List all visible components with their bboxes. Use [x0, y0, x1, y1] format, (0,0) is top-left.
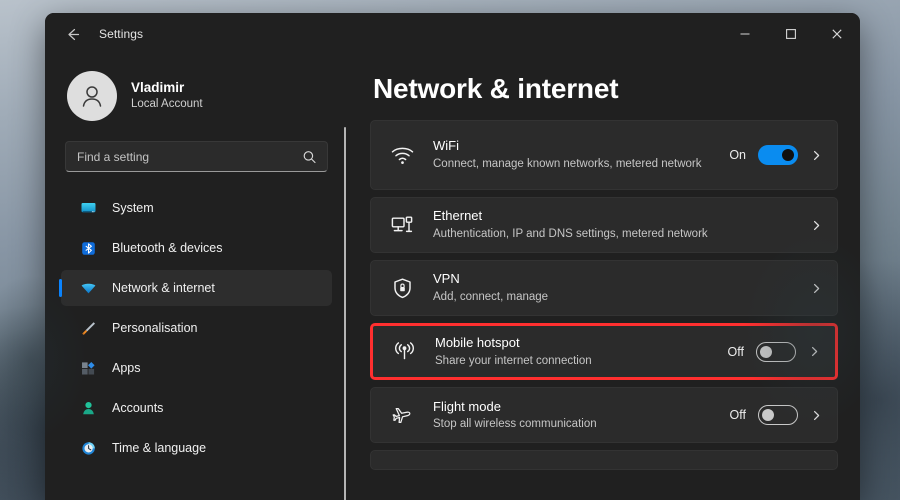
- setting-card-ethernet[interactable]: Ethernet Authentication, IP and DNS sett…: [370, 197, 838, 253]
- sidebar-item-accounts[interactable]: Accounts: [61, 390, 332, 426]
- setting-card-flight-mode[interactable]: Flight mode Stop all wireless communicat…: [370, 387, 838, 443]
- toggle-knob: [760, 346, 772, 358]
- card-text: Ethernet Authentication, IP and DNS sett…: [433, 199, 810, 250]
- sidebar-item-bluetooth-devices[interactable]: Bluetooth & devices: [61, 230, 332, 266]
- search-icon: [302, 149, 317, 164]
- chevron-right-icon[interactable]: [810, 149, 823, 162]
- chevron-right-icon[interactable]: [810, 219, 823, 232]
- setting-card-partial[interactable]: [370, 450, 838, 470]
- card-subtitle: Stop all wireless communication: [433, 416, 724, 432]
- toggle-state-label: Off: [722, 345, 744, 359]
- sidebar-item-label: Accounts: [112, 401, 163, 415]
- paintbrush-icon: [80, 320, 97, 337]
- chevron-right-icon[interactable]: [810, 409, 823, 422]
- card-text: Flight mode Stop all wireless communicat…: [433, 390, 724, 441]
- sidebar-item-apps[interactable]: Apps: [61, 350, 332, 386]
- sidebar-item-label: Time & language: [112, 441, 206, 455]
- card-subtitle: Add, connect, manage: [433, 289, 810, 305]
- chevron-right-icon[interactable]: [808, 345, 821, 358]
- sidebar-item-label: Personalisation: [112, 321, 197, 335]
- hotspot-broadcast-icon: [373, 339, 435, 364]
- title-bar: Settings: [45, 13, 860, 55]
- card-subtitle: Authentication, IP and DNS settings, met…: [433, 226, 810, 242]
- chevron-right-icon[interactable]: [810, 282, 823, 295]
- settings-window: Settings: [45, 13, 860, 500]
- person-avatar-icon: [77, 81, 107, 111]
- desktop-wallpaper: Settings: [0, 0, 900, 500]
- card-title: Ethernet: [433, 207, 810, 226]
- card-title: WiFi: [433, 137, 724, 156]
- wifi-signal-icon: [371, 143, 433, 168]
- sidebar-item-network-internet[interactable]: Network & internet: [61, 270, 332, 306]
- clock-icon: [80, 440, 97, 457]
- setting-card-vpn[interactable]: VPN Add, connect, manage: [370, 260, 838, 316]
- search-box[interactable]: [65, 141, 328, 172]
- back-button[interactable]: [57, 19, 87, 49]
- maximize-icon: [785, 28, 797, 40]
- toggle-knob: [782, 149, 794, 161]
- back-arrow-icon: [64, 26, 81, 43]
- setting-card-wifi[interactable]: WiFi Connect, manage known networks, met…: [370, 120, 838, 190]
- monitor-icon: [80, 200, 97, 217]
- avatar: [67, 71, 117, 121]
- sidebar-item-label: Bluetooth & devices: [112, 241, 223, 255]
- account-summary[interactable]: Vladimir Local Account: [57, 55, 336, 135]
- card-text: VPN Add, connect, manage: [433, 262, 810, 313]
- sidebar-item-personalisation[interactable]: Personalisation: [61, 310, 332, 346]
- airplane-icon: [371, 403, 433, 428]
- page-title: Network & internet: [373, 73, 838, 105]
- search-input[interactable]: [66, 150, 327, 164]
- card-subtitle: Share your internet connection: [435, 353, 722, 369]
- sidebar: Vladimir Local Account: [45, 55, 348, 500]
- shield-lock-icon: [371, 276, 433, 301]
- account-text: Vladimir Local Account: [131, 79, 203, 113]
- flight-mode-toggle[interactable]: [758, 405, 798, 425]
- card-text: Mobile hotspot Share your internet conne…: [435, 326, 722, 377]
- card-controls: Off: [724, 405, 823, 425]
- ethernet-icon: [371, 213, 433, 238]
- close-icon: [831, 28, 843, 40]
- maximize-button[interactable]: [768, 13, 814, 55]
- card-controls: [810, 219, 823, 232]
- minimize-icon: [739, 28, 751, 40]
- card-title: VPN: [433, 270, 810, 289]
- wifi-toggle[interactable]: [758, 145, 798, 165]
- sidebar-item-time-language[interactable]: Time & language: [61, 430, 332, 466]
- sidebar-item-system[interactable]: System: [61, 190, 332, 226]
- main-content: Network & internet WiFi Connect, manag: [348, 55, 860, 500]
- account-type: Local Account: [131, 97, 203, 113]
- person-icon: [80, 400, 97, 417]
- close-button[interactable]: [814, 13, 860, 55]
- card-text: WiFi Connect, manage known networks, met…: [433, 129, 724, 180]
- toggle-state-label: On: [724, 148, 746, 162]
- card-subtitle: Connect, manage known networks, metered …: [433, 156, 724, 172]
- minimize-button[interactable]: [722, 13, 768, 55]
- window-body: Vladimir Local Account: [45, 55, 860, 500]
- account-name: Vladimir: [131, 79, 203, 97]
- card-controls: On: [724, 145, 823, 165]
- bluetooth-icon: [80, 240, 97, 257]
- toggle-knob: [762, 409, 774, 421]
- sidebar-item-label: Apps: [112, 361, 141, 375]
- app-title: Settings: [99, 27, 143, 41]
- sidebar-nav: System Bluetooth & devices: [57, 190, 336, 466]
- card-title: Mobile hotspot: [435, 334, 722, 353]
- sidebar-item-label: System: [112, 201, 154, 215]
- card-title: Flight mode: [433, 398, 724, 417]
- mobile-hotspot-toggle[interactable]: [756, 342, 796, 362]
- setting-card-mobile-hotspot[interactable]: Mobile hotspot Share your internet conne…: [370, 323, 838, 380]
- toggle-state-label: Off: [724, 408, 746, 422]
- card-controls: [810, 282, 823, 295]
- wifi-icon: [80, 280, 97, 297]
- sidebar-item-label: Network & internet: [112, 281, 215, 295]
- sidebar-scrollbar[interactable]: [344, 127, 346, 500]
- caption-buttons: [722, 13, 860, 55]
- card-controls: Off: [722, 342, 821, 362]
- apps-grid-icon: [80, 360, 97, 377]
